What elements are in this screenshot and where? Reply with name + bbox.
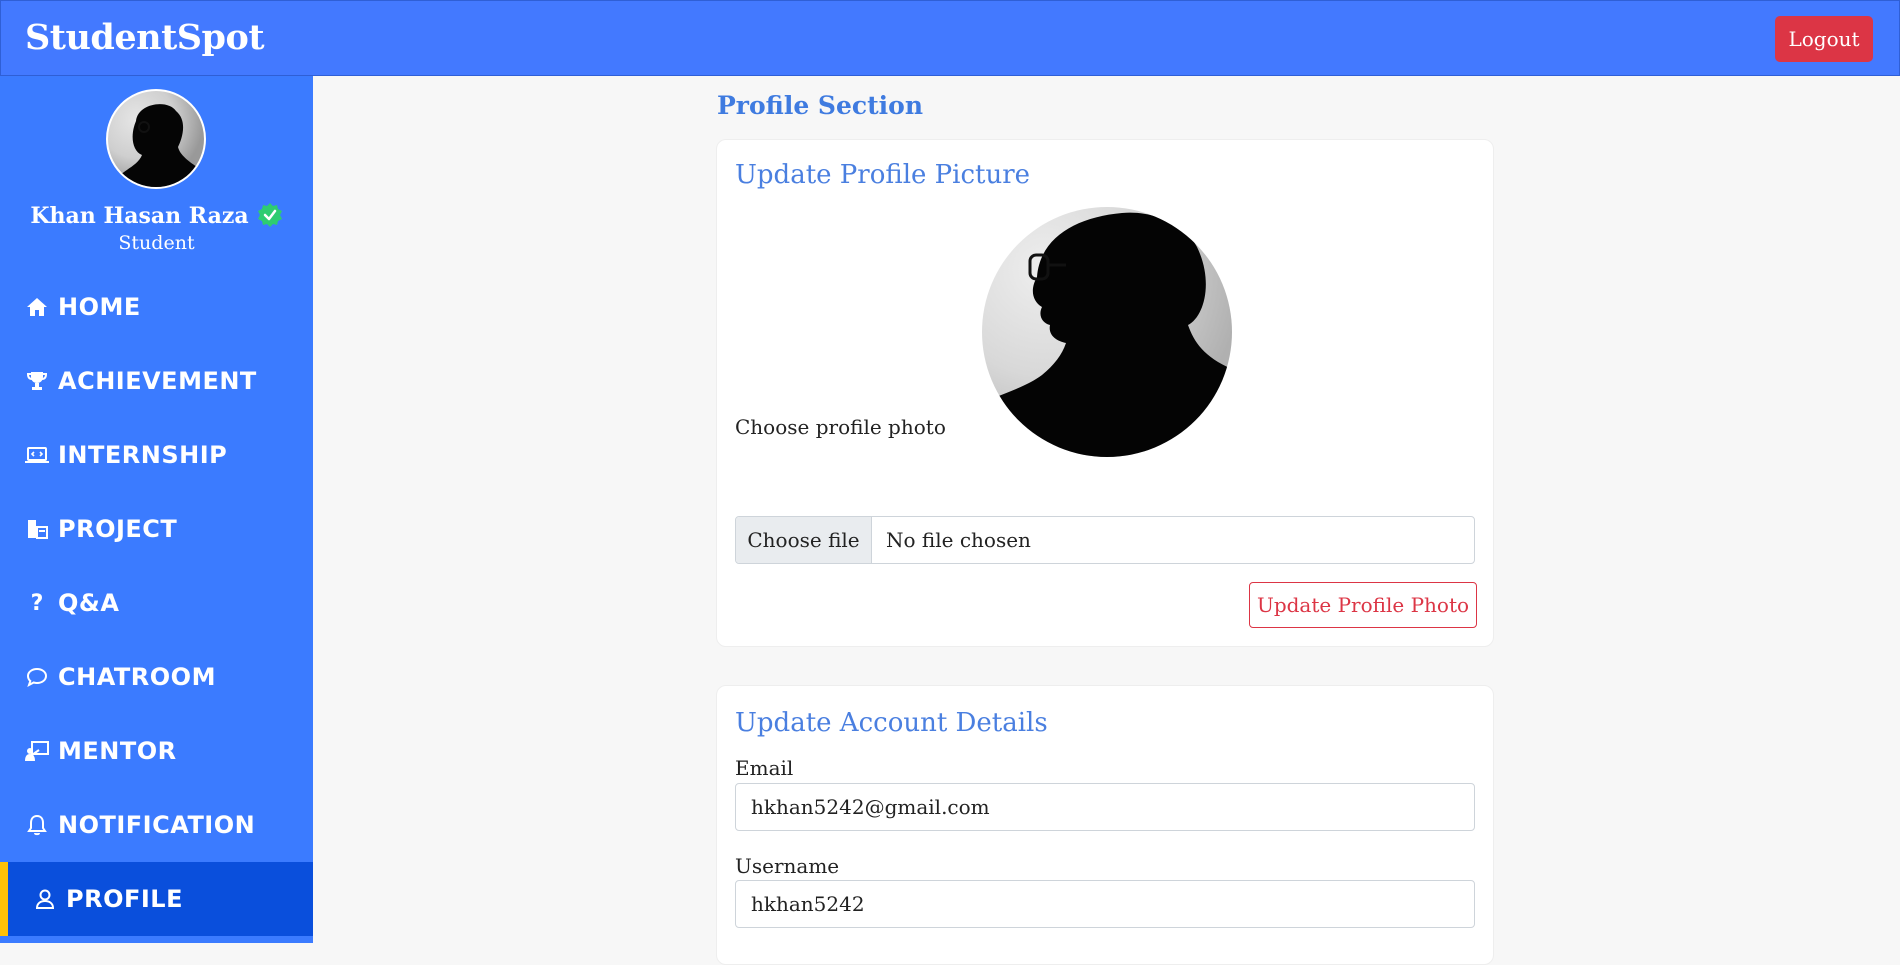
sidebar-item-label: PROJECT [58,515,178,543]
choose-photo-label: Choose profile photo [735,415,946,439]
sidebar-item-label: ACHIEVEMENT [58,367,257,395]
sidebar-item-label: Q&A [58,589,120,617]
page-title: Profile Section [717,91,924,120]
sidebar-item-label: MENTOR [58,737,177,765]
update-profile-photo-button[interactable]: Update Profile Photo [1249,582,1477,628]
choose-file-button[interactable]: Choose file [736,517,872,563]
sidebar-item-label: PROFILE [66,885,183,913]
bell-icon [24,812,50,838]
sidebar-item-qa[interactable]: ? Q&A [0,566,313,640]
account-details-card: Update Account Details Email hkhan5242@g… [716,685,1494,965]
brand-logo[interactable]: StudentSpot [25,17,265,58]
email-label: Email [735,756,794,780]
verified-badge-icon [257,202,283,228]
sidebar-item-achievement[interactable]: ACHIEVEMENT [0,344,313,418]
sidebar-nav: HOME ACHIEVEMENT INTERNSHIP PROJECT ? Q&… [0,270,313,936]
user-role: Student [118,232,195,254]
project-icon [24,516,50,542]
sidebar-item-chatroom[interactable]: CHATROOM [0,640,313,714]
card-title: Update Profile Picture [735,160,1031,190]
home-icon [24,294,50,320]
sidebar-item-label: NOTIFICATION [58,811,256,839]
user-name: Khan Hasan Raza [0,202,313,229]
sidebar-item-home[interactable]: HOME [0,270,313,344]
mentor-icon [24,738,50,764]
sidebar: Khan Hasan Raza Student HOME ACHIEVEMENT… [0,76,313,943]
email-field[interactable]: hkhan5242@gmail.com [735,783,1475,831]
file-status-text: No file chosen [886,528,1031,552]
sidebar-item-label: CHATROOM [58,663,216,691]
username-field[interactable]: hkhan5242 [735,880,1475,928]
sidebar-item-internship[interactable]: INTERNSHIP [0,418,313,492]
profile-photo-file-input[interactable]: Choose file No file chosen [735,516,1475,564]
top-navbar: StudentSpot Logout [0,0,1900,76]
sidebar-item-label: HOME [58,293,141,321]
sidebar-item-label: INTERNSHIP [58,441,228,469]
card-title: Update Account Details [735,708,1048,738]
trophy-icon [24,368,50,394]
question-icon: ? [30,590,44,616]
main-content: Profile Section Update Profile Picture C… [313,76,1900,965]
profile-photo-preview [982,207,1232,457]
sidebar-item-notification[interactable]: NOTIFICATION [0,788,313,862]
logout-button[interactable]: Logout [1775,16,1873,62]
user-icon [32,886,58,912]
laptop-code-icon [24,442,50,468]
profile-picture-card: Update Profile Picture Choose profile ph… [716,139,1494,647]
sidebar-item-mentor[interactable]: MENTOR [0,714,313,788]
chat-icon [24,664,50,690]
username-label: Username [735,854,840,878]
sidebar-item-profile[interactable]: PROFILE [0,862,313,936]
user-name-text: Khan Hasan Raza [30,203,249,229]
avatar [106,89,206,189]
sidebar-item-project[interactable]: PROJECT [0,492,313,566]
